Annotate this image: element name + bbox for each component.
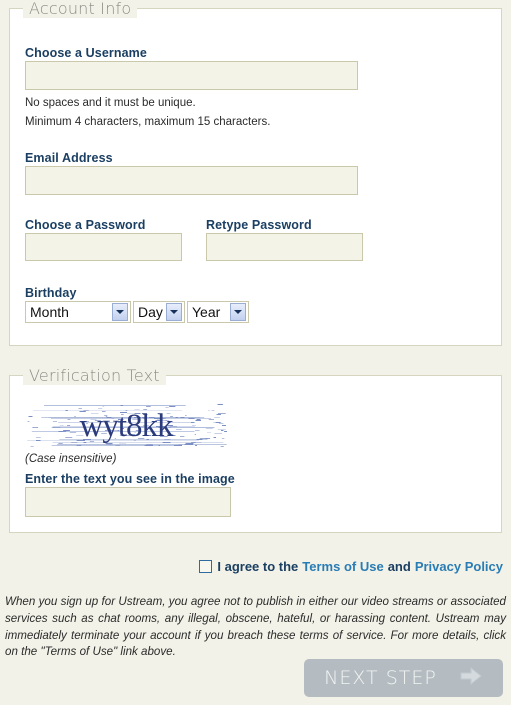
agree-prefix-text: I agree to the [217, 559, 299, 574]
agree-checkbox[interactable] [199, 560, 213, 573]
agreement-row: I agree to the Terms of Use and Privacy … [0, 559, 503, 574]
username-helper-1: No spaces and it must be unique. [25, 97, 196, 109]
chevron-down-icon[interactable] [166, 303, 182, 321]
captcha-case-note: (Case insensitive) [25, 453, 117, 465]
agree-conjunction-text: and [387, 559, 411, 574]
captcha-input-label: Enter the text you see in the image [25, 472, 235, 486]
terms-of-use-link[interactable]: Terms of Use [302, 559, 383, 574]
email-label: Email Address [25, 151, 113, 165]
birthday-year-select[interactable]: Year [187, 301, 249, 323]
username-label: Choose a Username [25, 46, 147, 60]
password-label: Choose a Password [25, 218, 146, 232]
captcha-text: wyt8kk [79, 408, 174, 444]
username-helper-2: Minimum 4 characters, maximum 15 charact… [25, 116, 271, 128]
next-step-label: NEXT STEP [324, 667, 437, 689]
next-step-button[interactable]: NEXT STEP [304, 659, 503, 697]
birthday-month-select[interactable]: Month [25, 301, 131, 323]
retype-password-input[interactable] [206, 233, 363, 261]
birthday-year-value: Year [192, 304, 221, 320]
chevron-down-icon[interactable] [112, 303, 128, 321]
captcha-input[interactable] [25, 487, 231, 517]
password-input[interactable] [25, 233, 182, 261]
birthday-day-value: Day [138, 304, 163, 320]
email-input[interactable] [25, 166, 358, 195]
verification-text-legend: Verification Text [23, 366, 166, 385]
retype-password-label: Retype Password [206, 218, 312, 232]
birthday-label: Birthday [25, 286, 77, 300]
arrow-right-icon [459, 666, 483, 691]
username-input[interactable] [25, 61, 358, 90]
captcha-image: wyt8kk [25, 403, 227, 447]
birthday-month-value: Month [30, 304, 69, 320]
account-info-legend: Account Info [23, 0, 138, 18]
terms-paragraph: When you sign up for Ustream, you agree … [5, 595, 506, 659]
birthday-day-select[interactable]: Day [133, 301, 185, 323]
chevron-down-icon[interactable] [230, 303, 246, 321]
privacy-policy-link[interactable]: Privacy Policy [415, 559, 503, 574]
